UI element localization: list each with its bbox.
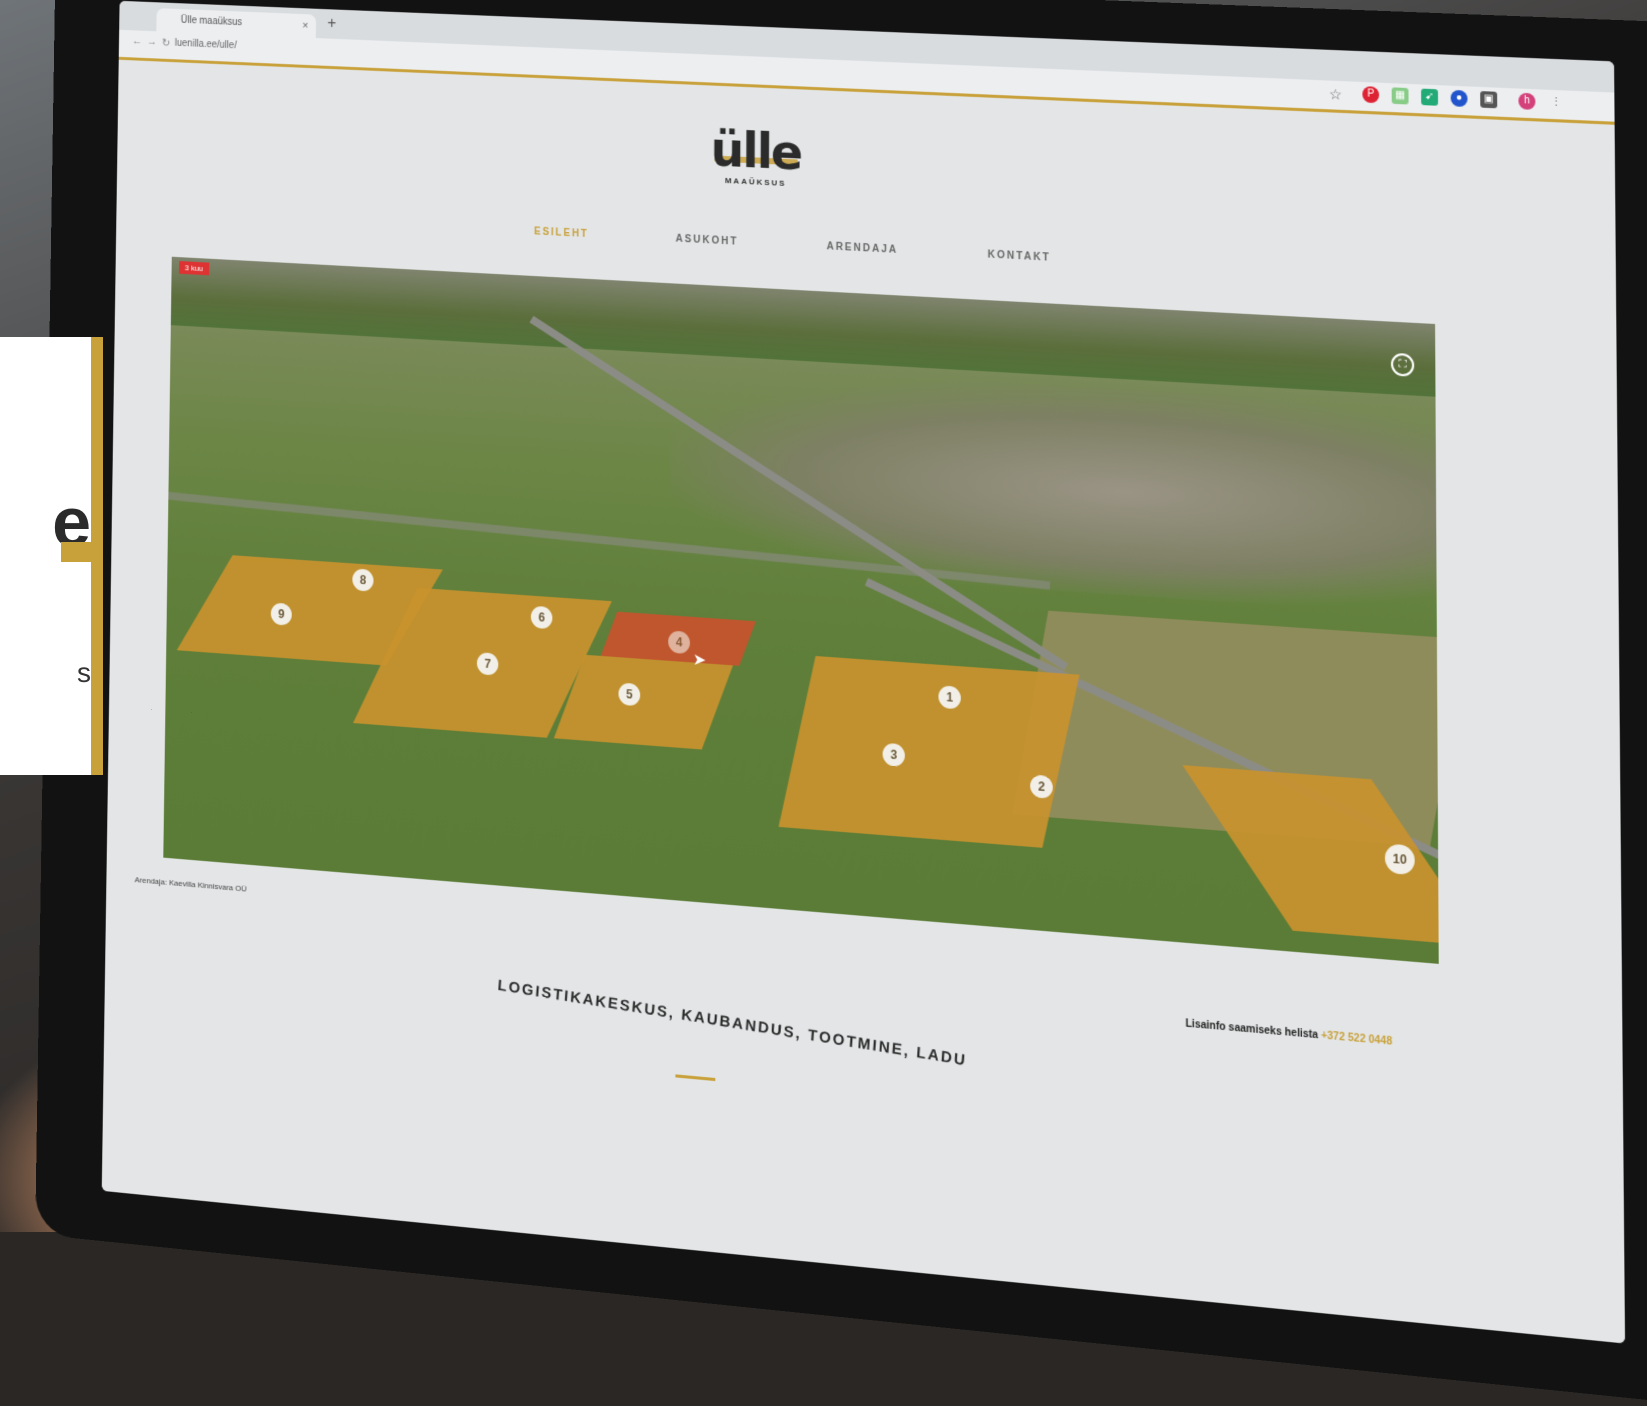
tab-close-icon[interactable]: ×	[302, 14, 308, 38]
menu-kebab-icon[interactable]: ⋮	[1550, 95, 1562, 109]
plot-pin-6[interactable]: 6	[530, 605, 553, 630]
page-tagline: LOGISTIKAKESKUS, KAUBANDUS, TOOTMINE, LA…	[497, 976, 968, 1070]
save-extension-icon[interactable]: ▣	[1480, 91, 1498, 109]
logo-wordmark: ülle	[710, 121, 801, 181]
site-logo[interactable]: ülle MAAÜKSUS	[710, 121, 801, 188]
laptop-screen: Ülle maaüksus × + ← → ↻ luenilla.ee/ulle…	[101, 0, 1626, 1344]
plot-pin-5[interactable]: 5	[618, 682, 641, 707]
plot-pin-4[interactable]: 4	[668, 630, 691, 655]
mouse-cursor-icon: ➤	[692, 651, 707, 670]
pinterest-extension-icon[interactable]: P	[1362, 86, 1380, 104]
profile-avatar[interactable]: h	[1518, 92, 1536, 110]
star-icon[interactable]: ☆	[1329, 86, 1342, 104]
plot-pin-7[interactable]: 7	[476, 652, 499, 676]
forward-icon[interactable]: →	[147, 36, 157, 48]
url-field[interactable]: luenilla.ee/ulle/	[175, 38, 237, 51]
tab-title: Ülle maaüksus	[180, 14, 243, 29]
card-letter-s: s	[77, 657, 91, 688]
developer-credit: Arendaja: Kaevilla Kinnisvara OÜ	[134, 875, 247, 894]
map-town-area	[668, 363, 1437, 617]
card-accent-bar	[61, 542, 91, 562]
contact-phone-link[interactable]: +372 522 0448	[1321, 1030, 1392, 1048]
overlay-logo-card: e s	[0, 337, 103, 775]
bird-extension-icon[interactable]: ➹	[1421, 88, 1439, 106]
fullscreen-icon[interactable]: ⛶	[1390, 352, 1415, 377]
plot-pin-1[interactable]: 1	[938, 685, 961, 710]
hero-badge: 3 kuu	[179, 261, 209, 276]
aerial-plot-map[interactable]: 3 kuu ⛶ 1 2 3 4 5 6 7 8 9 10 ➤	[163, 256, 1439, 964]
nav-item-esileht[interactable]: ESILEHT	[534, 226, 589, 240]
logo-text: ülle	[710, 121, 802, 182]
plot-area-1-2-3[interactable]	[778, 655, 1080, 848]
laptop: Ülle maaüksus × + ← → ↻ luenilla.ee/ulle…	[35, 0, 1647, 1406]
plot-pin-9[interactable]: 9	[270, 602, 292, 626]
plot-area-5[interactable]	[553, 654, 733, 750]
tagline-divider	[675, 1074, 716, 1082]
nav-item-kontakt[interactable]: KONTAKT	[988, 249, 1051, 263]
plot-pin-8[interactable]: 8	[352, 568, 374, 592]
new-tab-button[interactable]: +	[327, 15, 336, 33]
contact-info-label: Lisainfo saamiseks helista	[1185, 1018, 1319, 1042]
reload-icon[interactable]: ↻	[162, 36, 171, 49]
back-icon[interactable]: ←	[132, 35, 142, 47]
sheet-extension-icon[interactable]: ▦	[1391, 87, 1409, 105]
contact-info: Lisainfo saamiseks helista +372 522 0448	[1186, 1018, 1393, 1048]
main-navigation: ESILEHT ASUKOHT ARENDAJA KONTAKT	[534, 226, 1051, 263]
nav-item-asukoht[interactable]: ASUKOHT	[676, 234, 739, 248]
nav-item-arendaja[interactable]: ARENDAJA	[826, 241, 898, 256]
web-page: ülle MAAÜKSUS ESILEHT ASUKOHT ARENDAJA K…	[101, 59, 1626, 1344]
globe-extension-icon[interactable]: ●	[1450, 89, 1468, 108]
